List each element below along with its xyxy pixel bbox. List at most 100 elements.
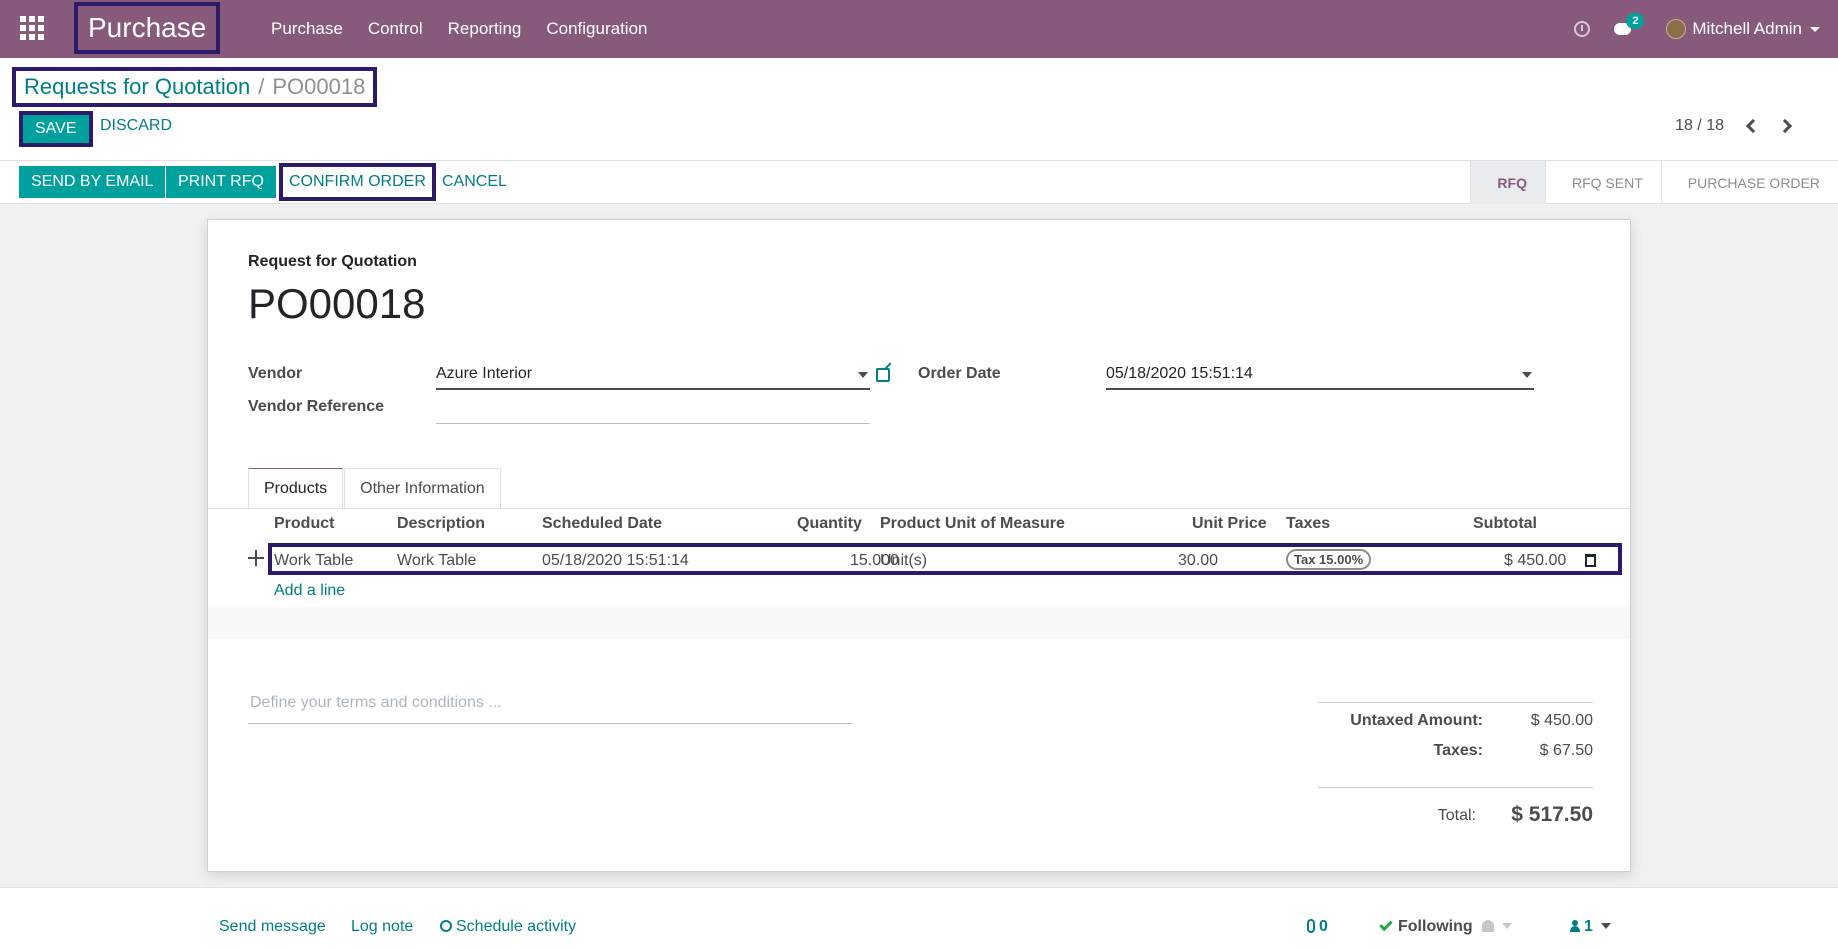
totals-block: Untaxed Amount: $ 450.00 Taxes: $ 67.50 … bbox=[1318, 702, 1593, 826]
chatter-bar: Send message Log note Schedule activity … bbox=[0, 887, 1838, 949]
user-name: Mitchell Admin bbox=[1692, 19, 1802, 38]
tab-products[interactable]: Products bbox=[248, 468, 344, 508]
activity-clock-icon[interactable] bbox=[1574, 21, 1591, 37]
schedule-activity-label: Schedule activity bbox=[456, 918, 577, 935]
chevron-down-icon bbox=[1810, 26, 1820, 32]
app-menu-icon[interactable] bbox=[20, 16, 44, 40]
menu-item-reporting[interactable]: Reporting bbox=[448, 19, 522, 39]
breadcrumb: Requests for Quotation / PO00018 bbox=[12, 67, 378, 107]
dropdown-caret-icon[interactable] bbox=[1522, 372, 1532, 378]
stage-rfq-sent[interactable]: RFQ SENT bbox=[1544, 161, 1661, 204]
column-header-uom[interactable]: Product Unit of Measure bbox=[880, 515, 1065, 533]
following-button[interactable]: Following bbox=[1379, 917, 1473, 936]
line-scheduled-date[interactable]: 05/18/2020 15:51:14 bbox=[542, 552, 689, 570]
line-uom[interactable]: Unit(s) bbox=[880, 552, 927, 570]
chevron-down-icon bbox=[1600, 923, 1611, 929]
print-rfq-button[interactable]: PRINT RFQ bbox=[166, 166, 276, 198]
menu-item-control[interactable]: Control bbox=[368, 19, 423, 39]
schedule-activity-button[interactable]: Schedule activity bbox=[440, 918, 576, 936]
column-header-scheduled-date[interactable]: Scheduled Date bbox=[542, 515, 662, 533]
chevron-down-icon bbox=[1502, 923, 1512, 929]
breadcrumb-parent[interactable]: Requests for Quotation bbox=[24, 74, 250, 100]
column-header-taxes[interactable]: Taxes bbox=[1286, 515, 1330, 533]
breadcrumb-separator: / bbox=[258, 74, 265, 99]
person-icon bbox=[1570, 920, 1580, 932]
vendor-value: Azure Interior bbox=[436, 365, 533, 382]
order-date-field[interactable]: 05/18/2020 15:51:14 bbox=[1106, 360, 1534, 390]
log-note-button[interactable]: Log note bbox=[351, 918, 413, 936]
untaxed-amount-label: Untaxed Amount: bbox=[1350, 712, 1483, 729]
column-header-product[interactable]: Product bbox=[274, 515, 334, 533]
vendor-reference-field[interactable] bbox=[436, 394, 870, 424]
send-message-button[interactable]: Send message bbox=[219, 918, 326, 936]
column-header-subtotal[interactable]: Subtotal bbox=[1473, 515, 1537, 533]
follower-count: 1 bbox=[1584, 918, 1593, 935]
save-button[interactable]: SAVE bbox=[19, 111, 93, 147]
line-subtotal: $ 450.00 bbox=[1504, 552, 1567, 569]
chevron-right-icon[interactable] bbox=[1777, 118, 1793, 134]
paperclip-icon bbox=[1307, 919, 1315, 933]
app-brand[interactable]: Purchase bbox=[74, 2, 221, 54]
check-icon bbox=[1379, 917, 1393, 932]
confirm-order-button[interactable]: CONFIRM ORDER bbox=[279, 163, 436, 201]
user-menu[interactable]: Mitchell Admin bbox=[1666, 19, 1820, 39]
taxes-label: Taxes: bbox=[1433, 742, 1483, 759]
pager-value[interactable]: 18 / 18 bbox=[1675, 117, 1724, 135]
external-link-icon[interactable] bbox=[876, 368, 890, 382]
menu-item-purchase[interactable]: Purchase bbox=[271, 19, 343, 39]
vendor-label: Vendor bbox=[248, 365, 303, 382]
order-date-label: Order Date bbox=[918, 365, 1001, 382]
terms-field[interactable]: Define your terms and conditions ... bbox=[248, 694, 852, 724]
top-navbar: Purchase Purchase Control Reporting Conf… bbox=[0, 0, 1838, 58]
untaxed-amount-value: $ 450.00 bbox=[1530, 712, 1593, 729]
message-count-badge: 2 bbox=[1626, 13, 1645, 29]
status-bar: SEND BY EMAIL PRINT RFQ CONFIRM ORDER CA… bbox=[0, 161, 1838, 204]
followers-button[interactable]: 1 bbox=[1570, 918, 1611, 936]
tab-other-information[interactable]: Other Information bbox=[344, 468, 501, 508]
drag-handle-icon[interactable] bbox=[248, 550, 264, 566]
pager: 18 / 18 bbox=[1675, 117, 1793, 135]
systray: 2 Mitchell Admin bbox=[1574, 0, 1838, 58]
notebook-tabs: Products Other Information bbox=[248, 468, 502, 508]
stage-purchase-order[interactable]: PURCHASE ORDER bbox=[1660, 161, 1838, 204]
document-type-label: Request for Quotation bbox=[248, 253, 417, 270]
add-line-link[interactable]: Add a line bbox=[274, 582, 345, 600]
discard-button[interactable]: DISCARD bbox=[100, 117, 172, 135]
avatar bbox=[1666, 19, 1687, 39]
menu-item-configuration[interactable]: Configuration bbox=[546, 19, 647, 39]
messaging-icon[interactable]: 2 bbox=[1614, 13, 1645, 37]
line-unit-price[interactable]: 30.00 bbox=[1178, 552, 1218, 570]
stage-rfq[interactable]: RFQ bbox=[1470, 161, 1545, 204]
line-product[interactable]: Work Table bbox=[274, 552, 353, 570]
column-header-quantity[interactable]: Quantity bbox=[797, 515, 862, 533]
taxes-row: Taxes: $ 67.50 bbox=[1318, 742, 1593, 768]
document-name: PO00018 bbox=[248, 280, 426, 327]
total-label: Total: bbox=[1437, 807, 1476, 824]
send-by-email-button[interactable]: SEND BY EMAIL bbox=[19, 166, 166, 198]
main-menu: Purchase Control Reporting Configuration bbox=[271, 0, 672, 58]
bell-icon bbox=[1482, 920, 1494, 932]
status-stages: RFQ RFQ SENT PURCHASE ORDER bbox=[1470, 161, 1838, 204]
totals-divider bbox=[1318, 787, 1593, 788]
empty-table-row bbox=[208, 607, 1630, 639]
order-date-value: 05/18/2020 15:51:14 bbox=[1106, 365, 1253, 382]
breadcrumb-current: PO00018 bbox=[272, 74, 366, 99]
notifications-button[interactable] bbox=[1482, 918, 1512, 936]
dropdown-caret-icon[interactable] bbox=[858, 372, 868, 378]
attachments-button[interactable]: 0 bbox=[1307, 918, 1328, 936]
cancel-button[interactable]: CANCEL bbox=[430, 166, 519, 198]
form-sheet: Request for Quotation PO00018 Vendor Azu… bbox=[207, 219, 1631, 872]
vendor-field[interactable]: Azure Interior bbox=[436, 360, 870, 390]
trash-icon[interactable] bbox=[1585, 554, 1596, 567]
column-header-description[interactable]: Description bbox=[397, 515, 485, 533]
chevron-left-icon[interactable] bbox=[1745, 118, 1761, 134]
attachment-count: 0 bbox=[1319, 918, 1328, 935]
vendor-reference-label: Vendor Reference bbox=[248, 398, 385, 415]
total-value: $ 517.50 bbox=[1511, 803, 1593, 826]
line-tax-badge[interactable]: Tax 15.00% bbox=[1286, 549, 1372, 570]
table-row[interactable]: Work Table Work Table 05/18/2020 15:51:1… bbox=[268, 543, 1622, 575]
line-description[interactable]: Work Table bbox=[397, 552, 476, 570]
untaxed-amount-row: Untaxed Amount: $ 450.00 bbox=[1318, 712, 1593, 738]
tab-divider bbox=[208, 508, 1630, 509]
column-header-unit-price[interactable]: Unit Price bbox=[1192, 515, 1267, 533]
